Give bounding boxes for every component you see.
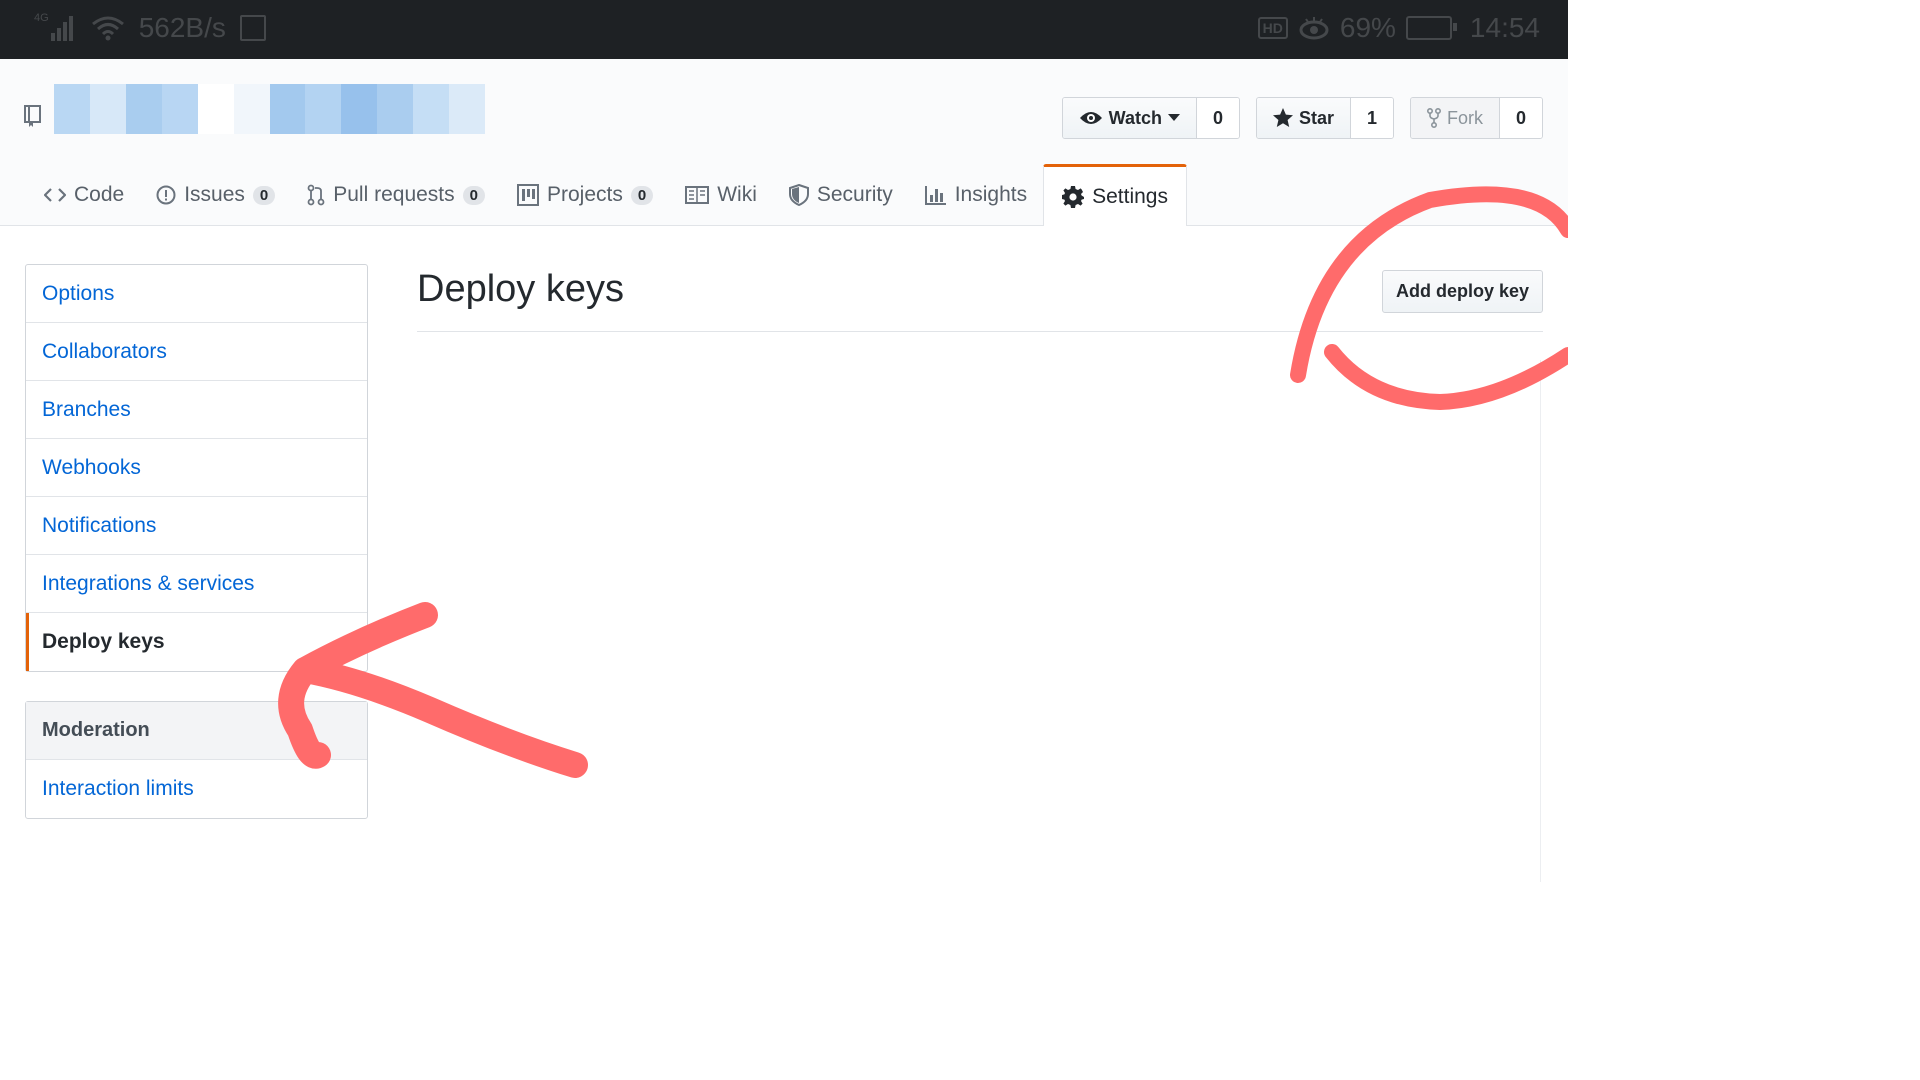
repo-header: Watch 0 Star 1 Fork 0 Code Issues 0 Pull…: [0, 59, 1568, 226]
star-count[interactable]: 1: [1351, 98, 1393, 138]
title-divider: [417, 331, 1543, 332]
obscured-pixel: [269, 84, 306, 134]
hd-badge: HD: [1257, 17, 1288, 39]
obscured-pixel: [233, 84, 270, 134]
code-icon: [44, 188, 66, 202]
tab-pull-requests[interactable]: Pull requests 0: [291, 165, 501, 225]
star-icon: [1272, 108, 1293, 127]
book-icon: [685, 186, 710, 204]
tab-label: Insights: [954, 183, 1028, 206]
obscured-pixel: [161, 84, 198, 134]
obscured-pixel: [125, 84, 162, 134]
menu-item-collaborators[interactable]: Collaborators: [26, 323, 367, 381]
tab-label: Security: [816, 183, 893, 206]
repo-name-obscured[interactable]: [54, 84, 486, 134]
obscured-pixel: [341, 84, 378, 134]
shield-icon: [788, 184, 809, 206]
menu-item-branches[interactable]: Branches: [26, 381, 367, 439]
tab-security[interactable]: Security: [773, 165, 909, 225]
fork-icon: [1427, 108, 1441, 128]
battery-percent: 69%: [1339, 12, 1396, 43]
clock: 14:54: [1469, 12, 1540, 43]
tab-label: Pull requests: [333, 183, 455, 206]
menu-item-interaction-limits[interactable]: Interaction limits: [26, 760, 367, 818]
tab-counter: 0: [252, 185, 276, 205]
tab-label: Projects: [547, 183, 623, 206]
tab-counter: 0: [630, 185, 654, 205]
tab-settings[interactable]: Settings: [1043, 164, 1187, 226]
pull-request-icon: [307, 184, 325, 206]
fork-label: Fork: [1447, 107, 1483, 128]
obscured-pixel: [54, 84, 90, 134]
content-edge: [1540, 360, 1541, 882]
fork-button[interactable]: Fork: [1411, 98, 1500, 138]
watch-count[interactable]: 0: [1196, 98, 1239, 138]
tab-label: Code: [74, 183, 125, 206]
watch-group: Watch 0: [1061, 97, 1240, 139]
obscured-pixel: [305, 84, 342, 134]
menu-item-options[interactable]: Options: [26, 265, 367, 323]
repo-icon: [24, 105, 41, 127]
menu-item-webhooks[interactable]: Webhooks: [26, 439, 367, 497]
menu-item-deploy-keys[interactable]: Deploy keys: [26, 613, 367, 671]
star-button[interactable]: Star: [1256, 98, 1351, 138]
signal-icon: [50, 16, 73, 41]
watch-label: Watch: [1108, 107, 1162, 128]
caret-down-icon: [1167, 114, 1180, 121]
graph-icon: [924, 186, 946, 205]
network-speed: 562B/s: [138, 12, 226, 43]
tab-label: Issues: [184, 183, 245, 206]
eye-icon: [1079, 112, 1102, 124]
notification-icon: [239, 15, 266, 41]
menu-item-notifications[interactable]: Notifications: [26, 497, 367, 555]
tab-wiki[interactable]: Wiki: [669, 165, 773, 225]
tab-code[interactable]: Code: [28, 165, 140, 225]
moderation-menu: Moderation Interaction limits: [25, 701, 368, 819]
issue-icon: [156, 185, 176, 205]
obscured-pixel: [89, 84, 126, 134]
repo-tabs: Code Issues 0 Pull requests 0 Projects 0…: [28, 164, 1187, 226]
page-title: Deploy keys: [417, 268, 624, 310]
star-label: Star: [1298, 107, 1334, 128]
watch-button[interactable]: Watch: [1062, 98, 1197, 138]
status-bar: 4G 562B/s HD 69% 14:54: [0, 0, 1568, 59]
network-type: 4G: [34, 12, 49, 24]
settings-menu: Options Collaborators Branches Webhooks …: [25, 264, 368, 672]
tab-label: Settings: [1092, 184, 1168, 208]
obscured-pixel: [197, 84, 234, 134]
repo-actions: Watch 0 Star 1 Fork 0: [1061, 97, 1543, 139]
project-icon: [517, 184, 539, 206]
obscured-pixel: [377, 84, 414, 134]
obscured-pixel: [413, 84, 450, 134]
menu-item-integrations[interactable]: Integrations & services: [26, 555, 367, 613]
wifi-icon: [91, 16, 124, 41]
eye-comfort-icon: [1299, 17, 1329, 40]
gear-icon: [1062, 185, 1085, 208]
tab-projects[interactable]: Projects 0: [501, 165, 669, 225]
tab-label: Wiki: [717, 183, 757, 206]
fork-count[interactable]: 0: [1500, 98, 1542, 138]
battery-icon: [1405, 16, 1457, 40]
add-deploy-key-button[interactable]: Add deploy key: [1382, 270, 1543, 313]
moderation-heading: Moderation: [26, 702, 367, 760]
fork-group: Fork 0: [1410, 97, 1543, 139]
star-group: Star 1: [1255, 97, 1394, 139]
tab-insights[interactable]: Insights: [909, 165, 1043, 225]
tab-issues[interactable]: Issues 0: [140, 165, 291, 225]
obscured-pixel: [449, 84, 486, 134]
tab-counter: 0: [462, 185, 485, 205]
